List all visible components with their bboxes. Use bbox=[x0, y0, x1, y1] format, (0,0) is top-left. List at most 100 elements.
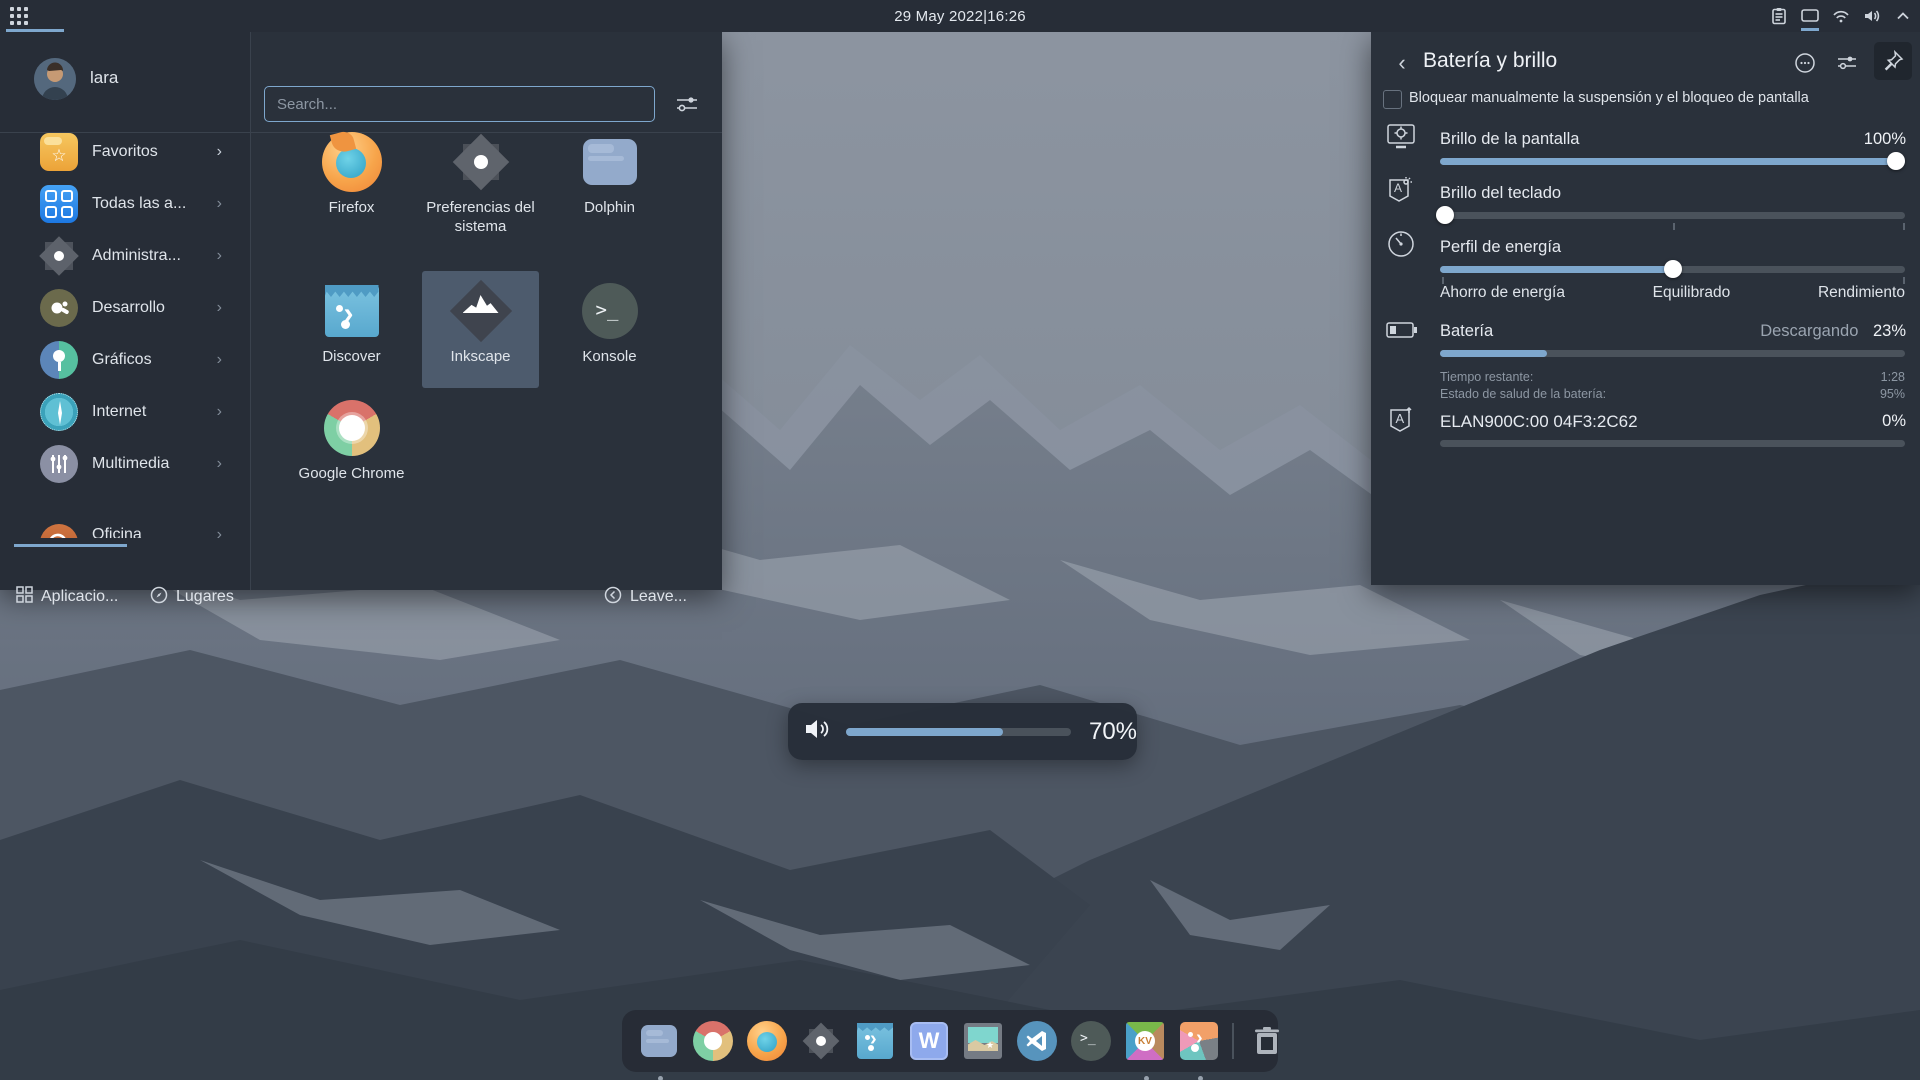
volume-progressbar bbox=[846, 728, 1071, 736]
chevron-right-icon: › bbox=[217, 247, 222, 265]
lock-suspend-checkbox[interactable] bbox=[1383, 90, 1402, 109]
discover-icon: › bbox=[320, 279, 384, 343]
dock-firefox[interactable] bbox=[746, 1020, 788, 1062]
dock-google-chrome[interactable] bbox=[692, 1020, 734, 1062]
display-brightness-icon[interactable] bbox=[1799, 5, 1821, 27]
svg-text:A: A bbox=[1396, 411, 1405, 426]
top-panel: 29 May 2022|16:26 bbox=[0, 0, 1920, 32]
graphics-icon bbox=[40, 341, 78, 379]
office-icon bbox=[40, 524, 78, 538]
dock-discover[interactable]: › bbox=[854, 1020, 896, 1062]
slider-tick bbox=[1903, 223, 1905, 230]
dock-separator bbox=[1232, 1023, 1234, 1059]
running-indicator bbox=[1144, 1076, 1149, 1080]
compass-icon bbox=[150, 586, 168, 609]
speaker-icon bbox=[802, 715, 832, 748]
clock[interactable]: 29 May 2022|16:26 bbox=[0, 0, 1920, 32]
sidebar-item-graficos[interactable]: Gráficos › bbox=[0, 334, 250, 386]
back-button[interactable]: ‹ bbox=[1389, 50, 1415, 76]
running-indicator bbox=[658, 1076, 663, 1080]
battery-health-row: Estado de salud de la batería:95% bbox=[1440, 387, 1905, 401]
sidebar-item-todas[interactable]: Todas las a... › bbox=[0, 178, 250, 230]
emoji-status-icon[interactable] bbox=[1790, 48, 1820, 78]
touchpad-value: 0% bbox=[1882, 412, 1906, 431]
sidebar-item-favoritos[interactable]: ☆ Favoritos › bbox=[0, 126, 250, 178]
dock-trash[interactable] bbox=[1246, 1020, 1288, 1062]
chevron-right-icon: › bbox=[217, 526, 222, 538]
dock-writer[interactable]: W bbox=[908, 1020, 950, 1062]
volume-icon[interactable] bbox=[1861, 5, 1883, 27]
app-konsole[interactable]: >_ Konsole bbox=[551, 271, 668, 388]
dock-dolphin[interactable] bbox=[638, 1020, 680, 1062]
app-preferencias[interactable]: Preferencias del sistema bbox=[422, 122, 539, 239]
keyboard-brightness-label: Brillo del teclado bbox=[1440, 184, 1561, 203]
battery-status: Descargando 23% bbox=[1760, 322, 1906, 341]
tab-lugares[interactable]: Lugares bbox=[150, 580, 234, 614]
screen-brightness-slider[interactable] bbox=[1440, 158, 1905, 165]
system-settings-icon bbox=[40, 237, 78, 275]
chevron-right-icon: › bbox=[217, 299, 222, 317]
keyboard-brightness-slider[interactable] bbox=[1440, 212, 1905, 219]
leave-button[interactable]: Leave... bbox=[604, 580, 687, 614]
applications-grid-icon bbox=[16, 586, 33, 608]
clipboard-icon[interactable] bbox=[1768, 5, 1790, 27]
configure-sliders-icon[interactable] bbox=[1832, 48, 1862, 78]
option-equilibrado[interactable]: Equilibrado bbox=[1653, 284, 1731, 302]
chevron-right-icon: › bbox=[217, 195, 222, 213]
app-firefox[interactable]: Firefox bbox=[293, 122, 410, 239]
wifi-icon[interactable] bbox=[1830, 5, 1852, 27]
app-google-chrome[interactable]: Google Chrome bbox=[293, 388, 410, 505]
screen-brightness-icon bbox=[1385, 120, 1417, 152]
battery-progressbar bbox=[1440, 350, 1905, 357]
sidebar-item-oficina[interactable]: Oficina › bbox=[0, 490, 250, 538]
konsole-icon: >_ bbox=[578, 279, 642, 343]
panel-title: Batería y brillo bbox=[1423, 49, 1557, 73]
all-apps-icon bbox=[40, 185, 78, 223]
dock: › W ★ >_ KV › bbox=[622, 1010, 1278, 1072]
chevron-right-icon: › bbox=[217, 403, 222, 421]
slider-handle[interactable] bbox=[1887, 152, 1905, 170]
user-name: lara bbox=[90, 68, 118, 88]
search-input[interactable] bbox=[264, 86, 655, 122]
option-rendimiento[interactable]: Rendimiento bbox=[1818, 284, 1905, 302]
filter-sliders-icon[interactable] bbox=[674, 92, 700, 118]
power-profile-options: Ahorro de energía Equilibrado Rendimient… bbox=[1440, 284, 1905, 302]
battery-brightness-panel: ‹ Batería y brillo Bloquear manualmente … bbox=[1371, 32, 1920, 585]
app-discover[interactable]: › Discover bbox=[293, 271, 410, 388]
slider-handle[interactable] bbox=[1664, 260, 1682, 278]
active-indicator bbox=[1801, 28, 1819, 31]
slider-handle[interactable] bbox=[1436, 206, 1454, 224]
option-ahorro[interactable]: Ahorro de energía bbox=[1440, 284, 1565, 302]
sidebar-item-multimedia[interactable]: Multimedia › bbox=[0, 438, 250, 490]
app-inkscape[interactable]: Inkscape bbox=[422, 271, 539, 388]
dock-konsole[interactable]: >_ bbox=[1070, 1020, 1112, 1062]
chevron-right-icon: › bbox=[217, 143, 222, 161]
application-launcher-menu: lara ☆ Favoritos › Todas las a... › Admi… bbox=[0, 32, 722, 590]
chrome-icon bbox=[320, 396, 384, 460]
sidebar-item-desarrollo[interactable]: Desarrollo › bbox=[0, 282, 250, 334]
screen-brightness-label: Brillo de la pantalla bbox=[1440, 130, 1579, 149]
volume-value: 70% bbox=[1089, 718, 1137, 746]
dock-vscode[interactable] bbox=[1016, 1020, 1058, 1062]
dock-kamoso[interactable]: › bbox=[1178, 1020, 1220, 1062]
sidebar-item-internet[interactable]: Internet › bbox=[0, 386, 250, 438]
power-profile-gauge-icon bbox=[1385, 228, 1417, 260]
tab-aplicaciones[interactable]: Aplicacio... bbox=[16, 580, 118, 614]
menu-footer: Aplicacio... Lugares Leave... bbox=[0, 572, 722, 622]
sidebar-item-administracion[interactable]: Administra... › bbox=[0, 230, 250, 282]
favorites-folder-icon: ☆ bbox=[40, 133, 78, 171]
peripheral-battery-icon: A bbox=[1385, 404, 1417, 436]
dock-gwenview[interactable]: ★ bbox=[962, 1020, 1004, 1062]
checkbox-label: Bloquear manualmente la suspensión y el … bbox=[1409, 90, 1809, 106]
active-tab-indicator bbox=[14, 544, 127, 547]
battery-label: Batería bbox=[1440, 322, 1493, 341]
power-profile-slider[interactable] bbox=[1440, 266, 1905, 273]
avatar[interactable] bbox=[34, 58, 76, 100]
dock-system-settings[interactable] bbox=[800, 1020, 842, 1062]
app-dolphin[interactable]: Dolphin bbox=[551, 122, 668, 239]
dock-kvantum[interactable]: KV bbox=[1124, 1020, 1166, 1062]
pin-button[interactable] bbox=[1874, 42, 1912, 80]
chevron-up-icon[interactable] bbox=[1892, 5, 1914, 27]
chevron-right-icon: › bbox=[217, 455, 222, 473]
internet-icon bbox=[40, 393, 78, 431]
